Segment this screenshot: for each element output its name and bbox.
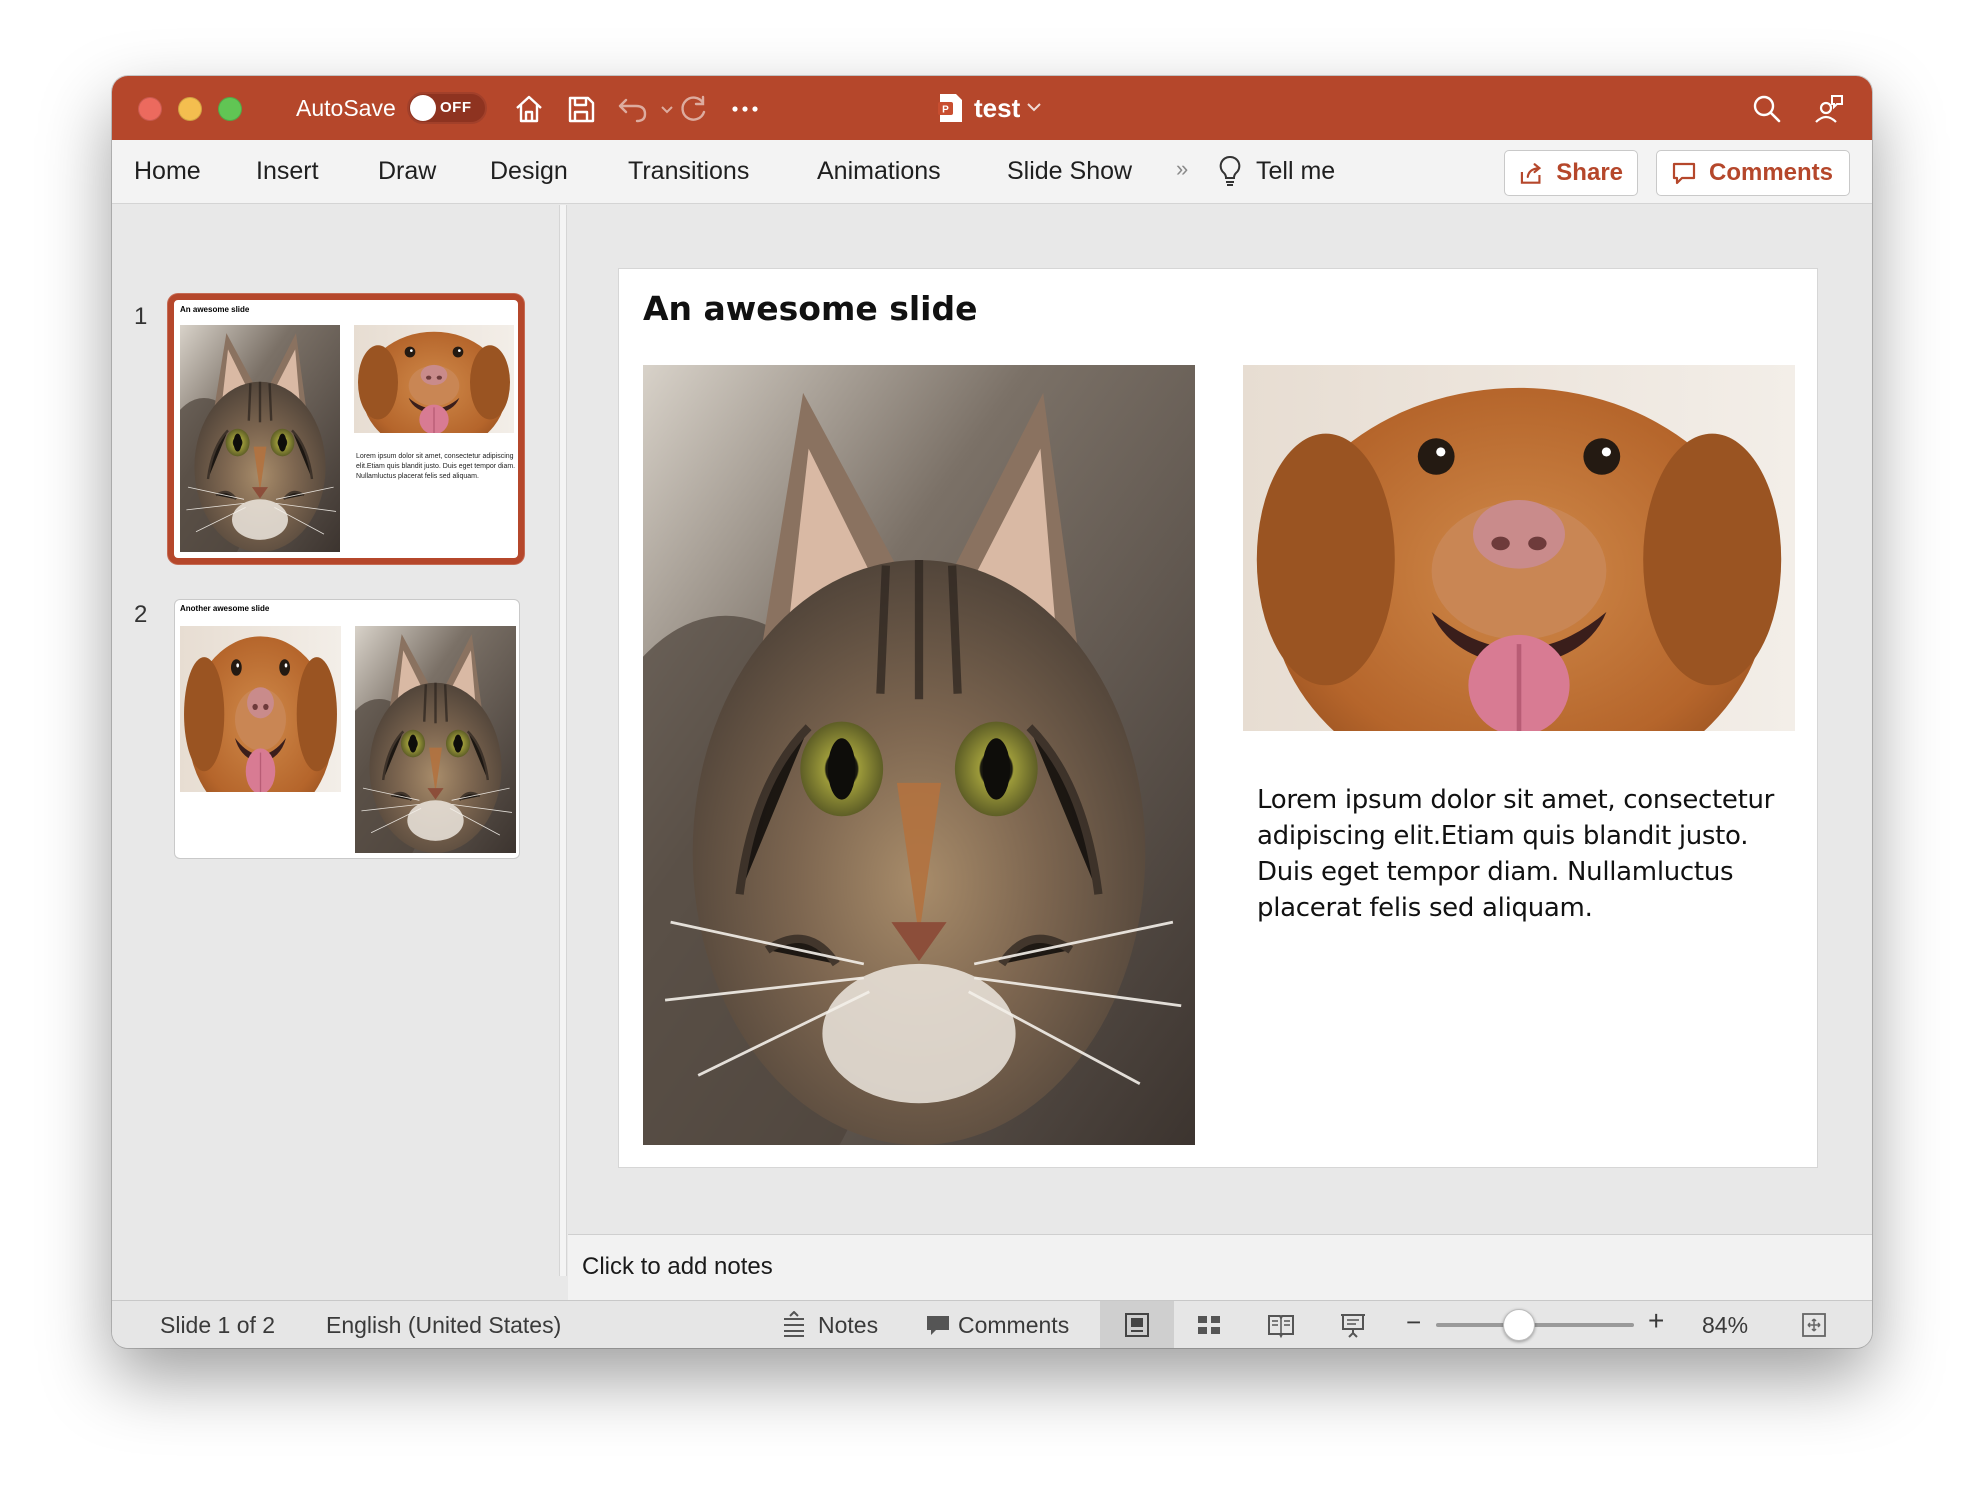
more-options-icon[interactable] bbox=[728, 92, 762, 126]
normal-view-icon[interactable] bbox=[1123, 1311, 1151, 1339]
undo-dropdown-chevron-icon[interactable] bbox=[650, 92, 673, 126]
minimize-window-button[interactable] bbox=[178, 97, 202, 121]
ribbon-tab-bar: Home Insert Draw Design Transitions Anim… bbox=[112, 140, 1872, 204]
slide-sorter-view-icon[interactable] bbox=[1195, 1311, 1223, 1339]
title-bar: AutoSave OFF P test bbox=[112, 76, 1872, 140]
home-icon[interactable] bbox=[512, 92, 546, 126]
zoom-slider-knob[interactable] bbox=[1503, 1309, 1536, 1341]
powerpoint-file-icon: P bbox=[938, 94, 962, 122]
tab-home[interactable]: Home bbox=[134, 156, 201, 186]
tell-me-search[interactable]: Tell me bbox=[1256, 156, 1335, 186]
thumbnail-number: 2 bbox=[134, 601, 148, 628]
document-name: test bbox=[974, 92, 1021, 123]
title-chevron-down-icon[interactable] bbox=[1026, 99, 1042, 117]
thumbnail-number: 1 bbox=[134, 303, 148, 330]
status-bar: Slide 1 of 2 English (United States) Not… bbox=[112, 1300, 1872, 1348]
dog-thumbnail-image bbox=[354, 325, 514, 433]
notes-placeholder: Click to add notes bbox=[582, 1253, 773, 1280]
account-icon[interactable] bbox=[1812, 92, 1846, 126]
redo-icon[interactable] bbox=[676, 92, 710, 126]
comment-icon bbox=[1672, 162, 1696, 185]
slide-title[interactable]: An awesome slide bbox=[643, 289, 978, 328]
slide-thumbnail-2[interactable]: Another awesome slide bbox=[174, 599, 520, 859]
tab-draw[interactable]: Draw bbox=[378, 156, 436, 186]
share-button[interactable]: Share bbox=[1504, 150, 1638, 196]
slide-thumbnail-pane: 1 An awesome slide Lorem ipsum dolor sit… bbox=[112, 205, 562, 1276]
tab-design[interactable]: Design bbox=[490, 156, 568, 186]
share-label: Share bbox=[1556, 159, 1623, 186]
slide-thumbnail-1[interactable]: An awesome slide Lorem ipsum dolor sit a… bbox=[168, 294, 524, 564]
autosave-toggle[interactable]: OFF bbox=[407, 92, 487, 124]
thumbnail-title: Another awesome slide bbox=[180, 604, 270, 613]
svg-text:P: P bbox=[942, 105, 949, 116]
pane-splitter[interactable] bbox=[559, 205, 567, 1276]
dog-thumbnail-image bbox=[180, 626, 341, 792]
cat-thumbnail-image bbox=[180, 325, 340, 552]
tab-animations[interactable]: Animations bbox=[817, 156, 941, 186]
current-slide[interactable]: An awesome slide Lorem ipsum dolor sit a… bbox=[618, 268, 1818, 1168]
zoom-out-button[interactable]: − bbox=[1406, 1309, 1421, 1335]
thumbnail-title: An awesome slide bbox=[180, 305, 250, 314]
search-icon[interactable] bbox=[1750, 92, 1784, 126]
notes-toggle[interactable]: Notes bbox=[818, 1312, 878, 1338]
zoom-level[interactable]: 84% bbox=[1702, 1312, 1748, 1338]
undo-icon[interactable] bbox=[616, 92, 650, 126]
zoom-window-button[interactable] bbox=[218, 97, 242, 121]
comments-toggle[interactable]: Comments bbox=[958, 1312, 1069, 1338]
tab-transitions[interactable]: Transitions bbox=[628, 156, 749, 186]
notes-pane[interactable]: Click to add notes bbox=[568, 1234, 1872, 1300]
autosave-label: AutoSave bbox=[296, 95, 396, 121]
cat-image[interactable] bbox=[643, 365, 1195, 1145]
share-icon bbox=[1520, 163, 1542, 184]
save-icon[interactable] bbox=[564, 92, 598, 126]
slide-show-view-icon[interactable] bbox=[1339, 1311, 1367, 1339]
slide-body-text[interactable]: Lorem ipsum dolor sit amet, consectetur … bbox=[1257, 782, 1797, 926]
comments-label: Comments bbox=[1709, 159, 1834, 186]
powerpoint-window: AutoSave OFF P test Home Insert Draw Des… bbox=[112, 76, 1872, 1348]
slide-position: Slide 1 of 2 bbox=[160, 1312, 276, 1338]
lightbulb-icon bbox=[1219, 155, 1241, 186]
dog-image[interactable] bbox=[1243, 365, 1795, 731]
close-window-button[interactable] bbox=[138, 97, 162, 121]
thumbnail-body-text: Lorem ipsum dolor sit amet, consectetur … bbox=[356, 453, 516, 480]
autosave-state: OFF bbox=[440, 99, 472, 116]
tab-slide-show[interactable]: Slide Show bbox=[1007, 156, 1132, 186]
comments-status-icon[interactable] bbox=[924, 1311, 952, 1339]
document-title[interactable]: P test bbox=[938, 90, 1042, 126]
ribbon-overflow-chevron-icon[interactable]: » bbox=[1176, 156, 1188, 182]
language-indicator[interactable]: English (United States) bbox=[326, 1312, 561, 1338]
reading-view-icon[interactable] bbox=[1267, 1311, 1295, 1339]
toggle-knob bbox=[410, 95, 436, 121]
tab-insert[interactable]: Insert bbox=[256, 156, 319, 186]
notes-icon[interactable] bbox=[780, 1311, 808, 1339]
fit-to-window-icon[interactable] bbox=[1800, 1311, 1828, 1339]
cat-thumbnail-image bbox=[355, 626, 516, 853]
zoom-in-button[interactable]: + bbox=[1648, 1307, 1664, 1335]
comments-button[interactable]: Comments bbox=[1656, 150, 1850, 196]
